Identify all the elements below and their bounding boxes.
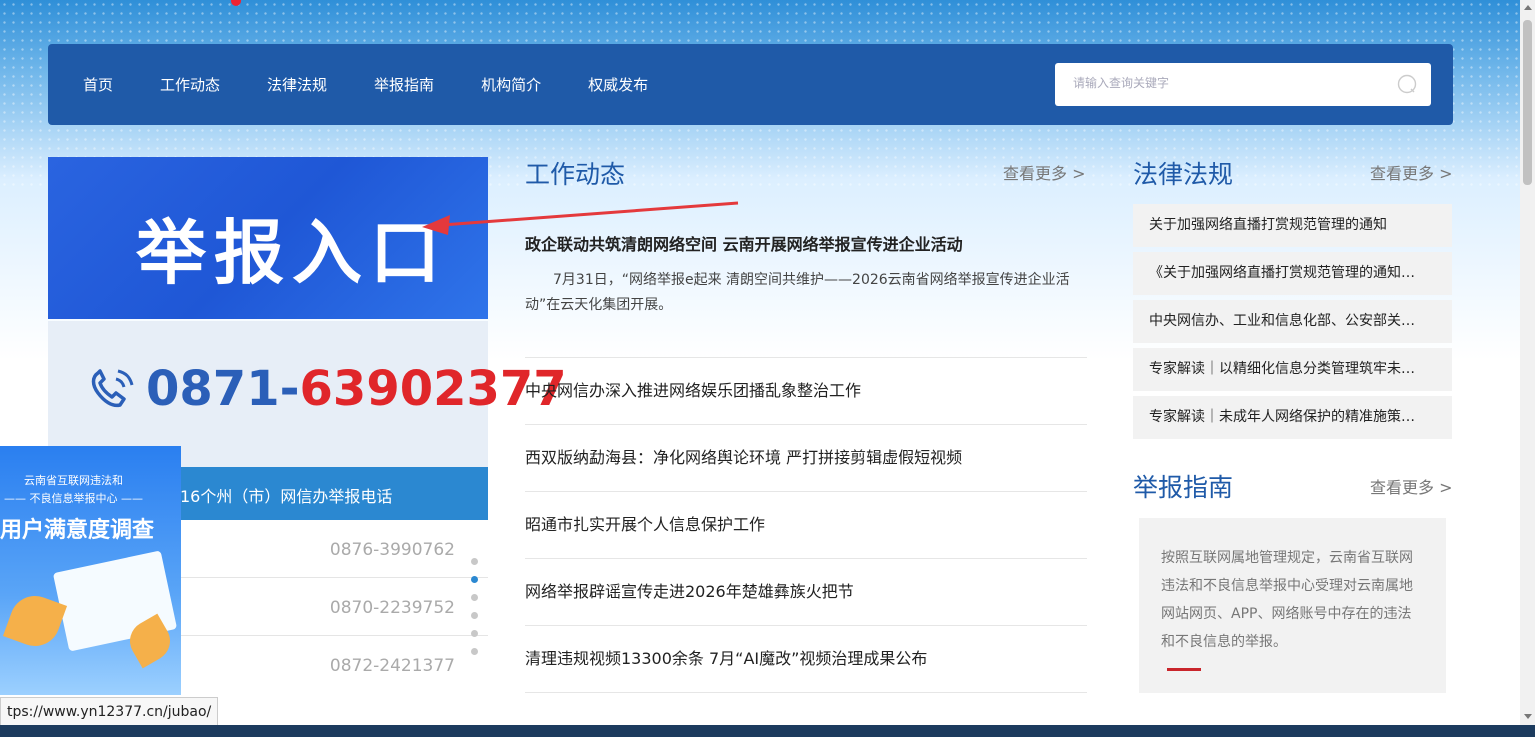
scroll-down-arrow-icon[interactable]	[1524, 714, 1532, 719]
nav-item-home[interactable]: 首页	[83, 74, 113, 95]
hotline-number: 0871-63902377	[146, 361, 567, 417]
nav-item-report-guide[interactable]: 举报指南	[374, 74, 434, 95]
news-item[interactable]: 西双版纳勐海县：净化网络舆论环境 严打拼接剪辑虚假短视频	[525, 424, 1087, 491]
phone-number: 0870-2239752	[329, 598, 455, 618]
scrollbar-thumb[interactable]	[1523, 20, 1532, 185]
law-item[interactable]: 专家解读｜以精细化信息分类管理筑牢未…	[1133, 348, 1452, 391]
page-scrollbar[interactable]	[1520, 0, 1535, 725]
law-item[interactable]: 关于加强网络直播打赏规范管理的通知	[1133, 204, 1452, 247]
law-item[interactable]: 《关于加强网络直播打赏规范管理的通知…	[1133, 252, 1452, 295]
news-item[interactable]: 清理违规视频13300余条 7月“AI魔改”视频治理成果公布	[525, 625, 1087, 693]
report-guide-title: 举报指南	[1133, 473, 1234, 502]
main-nav: 首页 工作动态 法律法规 举报指南 机构简介 权威发布	[48, 44, 1453, 125]
carousel-dot[interactable]	[471, 612, 478, 619]
survey-org-line1: 云南省互联网违法和	[24, 474, 123, 487]
phone-number: 0872-2421377	[329, 656, 455, 676]
hotline-prefix: 0871-	[146, 361, 300, 417]
law-item[interactable]: 中央网信办、工业和信息化部、公安部关…	[1133, 300, 1452, 343]
status-bar-url: tps://www.yn12377.cn/jubao/	[0, 697, 219, 727]
prefecture-hotline-title: 16个州（市）网信办举报电话	[180, 487, 393, 506]
law-item[interactable]: 专家解读｜未成年人网络保护的精准施策…	[1133, 396, 1452, 439]
carousel-dot-active[interactable]	[471, 576, 478, 583]
search-icon[interactable]	[1397, 74, 1417, 94]
laws-title: 法律法规	[1133, 160, 1234, 189]
lead-news-summary: 7月31日，“网络举报e起来 清朗空间共维护——2026云南省网络举报宣传进企业…	[525, 272, 1070, 313]
laws-more-link[interactable]: 查看更多 >	[1370, 160, 1453, 184]
report-guide-box: 按照互联网属地管理规定，云南省互联网违法和不良信息举报中心受理对云南属地网站网页…	[1139, 518, 1446, 693]
nav-item-releases[interactable]: 权威发布	[588, 74, 648, 95]
nav-item-work-news[interactable]: 工作动态	[160, 74, 220, 95]
carousel-dot[interactable]	[471, 558, 478, 565]
phone-number: 0876-3990762	[329, 540, 455, 560]
news-item[interactable]: 昭通市扎实开展个人信息保护工作	[525, 491, 1087, 558]
satisfaction-survey-float[interactable]: 云南省互联网违法和 —— 不良信息举报中心 —— 用户满意度调查	[0, 446, 181, 695]
report-guide-text: 按照互联网属地管理规定，云南省互联网违法和不良信息举报中心受理对云南属地网站网页…	[1161, 550, 1413, 650]
work-news-more-link[interactable]: 查看更多 >	[1003, 160, 1086, 184]
survey-org-line2: —— 不良信息举报中心 ——	[4, 492, 143, 505]
survey-title: 用户满意度调查	[0, 518, 155, 543]
report-entry-text: 举报入口	[136, 212, 448, 294]
search-input[interactable]	[1071, 75, 1375, 91]
report-entry-banner[interactable]: 举报入口	[48, 157, 488, 319]
phone-icon	[91, 369, 134, 408]
os-taskbar	[0, 725, 1535, 737]
carousel-dot[interactable]	[471, 648, 478, 655]
decorative-red-mark	[231, 0, 241, 6]
news-item[interactable]: 网络举报辟谣宣传走进2026年楚雄彝族火把节	[525, 558, 1087, 625]
laws-list: 关于加强网络直播打赏规范管理的通知 《关于加强网络直播打赏规范管理的通知… 中央…	[1133, 204, 1452, 444]
red-arrow-annotation	[422, 201, 739, 235]
carousel-dot[interactable]	[471, 594, 478, 601]
accent-divider	[1167, 668, 1201, 671]
news-item[interactable]: 中央网信办深入推进网络娱乐团播乱象整治工作	[525, 357, 1087, 424]
work-news-list: 中央网信办深入推进网络娱乐团播乱象整治工作 西双版纳勐海县：净化网络舆论环境 严…	[525, 357, 1087, 693]
nav-menu: 首页 工作动态 法律法规 举报指南 机构简介 权威发布	[83, 74, 695, 95]
work-news-title: 工作动态	[525, 160, 626, 189]
lead-news-title[interactable]: 政企联动共筑清朗网络空间 云南开展网络举报宣传进企业活动	[525, 231, 963, 255]
carousel-dot[interactable]	[471, 630, 478, 637]
nav-item-about[interactable]: 机构简介	[481, 74, 541, 95]
report-guide-more-link[interactable]: 查看更多 >	[1370, 474, 1453, 498]
carousel-dots	[471, 558, 481, 666]
scroll-up-arrow-icon[interactable]	[1524, 5, 1532, 10]
search-box	[1055, 63, 1431, 106]
nav-item-laws[interactable]: 法律法规	[267, 74, 327, 95]
